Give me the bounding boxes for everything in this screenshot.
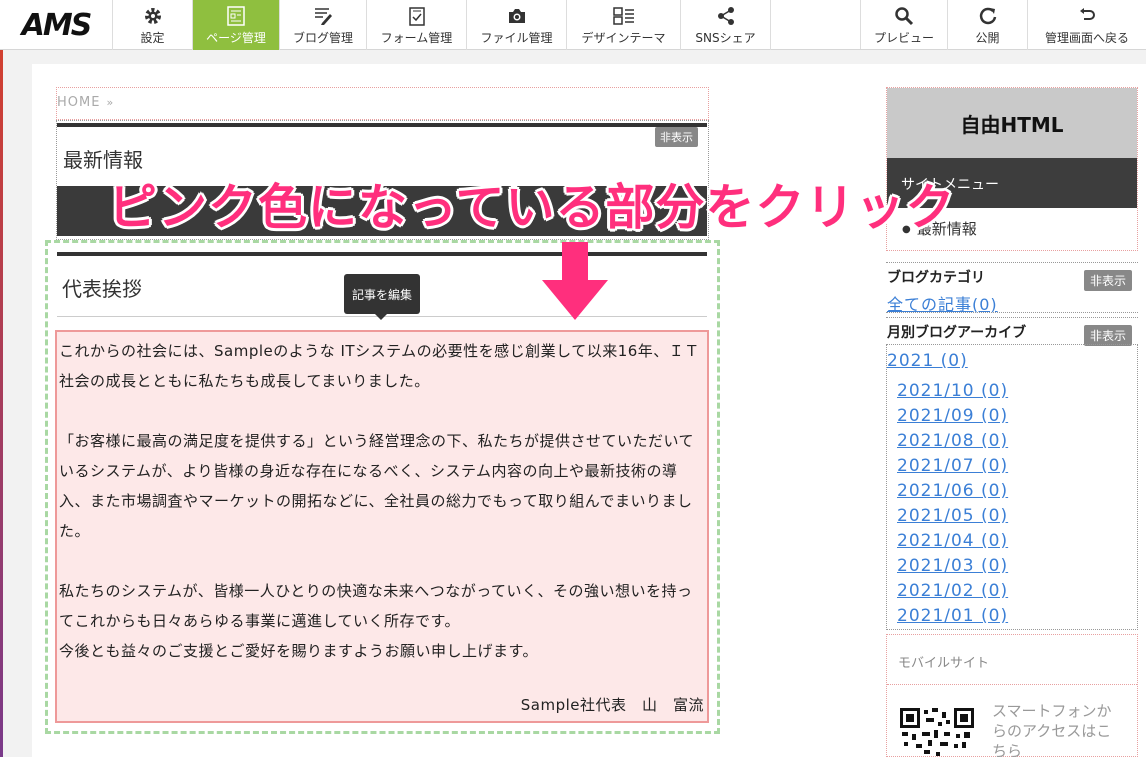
archive-month-link[interactable]: 2021/08 (0)	[897, 431, 1008, 451]
archive-hide-button[interactable]: 非表示	[1084, 325, 1133, 346]
left-accent-strip	[0, 0, 3, 757]
breadcrumb-separator: »	[106, 96, 115, 109]
sns-share-label: SNSシェア	[695, 30, 756, 45]
archive-month-link[interactable]: 2021/05 (0)	[897, 506, 1008, 526]
design-theme-button[interactable]: デザインテーマ	[567, 0, 681, 50]
refresh-icon	[978, 5, 998, 27]
search-icon	[894, 5, 914, 27]
page-manage-button[interactable]: ページ管理	[193, 0, 280, 50]
publish-label: 公開	[975, 30, 1000, 45]
return-admin-button[interactable]: 管理画面へ戻る	[1028, 0, 1146, 50]
down-arrow-icon	[540, 242, 610, 320]
news-hide-button[interactable]: 非表示	[655, 127, 698, 147]
publish-button[interactable]: 公開	[948, 0, 1028, 50]
mobile-access-note: スマートフォンからのアクセスはこちら	[992, 702, 1112, 757]
mobile-divider	[887, 684, 1137, 685]
article-paragraph-4: 今後とも益々のご支援とご愛好を賜りますようお願い申し上げます。	[59, 642, 539, 660]
archive-month-link[interactable]: 2021/01 (0)	[897, 606, 1008, 626]
settings-button[interactable]: 設定	[113, 0, 193, 50]
blog-category-title: ブログカテゴリ	[887, 270, 985, 286]
free-html-heading: 自由HTML	[887, 88, 1137, 158]
return-admin-label: 管理画面へ戻る	[1044, 30, 1129, 45]
blog-icon	[313, 5, 333, 27]
archive-month-link[interactable]: 2021/03 (0)	[897, 556, 1008, 576]
settings-label: 設定	[140, 30, 165, 45]
blog-manage-button[interactable]: ブログ管理	[280, 0, 367, 50]
archive-month-link[interactable]: 2021/07 (0)	[897, 456, 1008, 476]
archive-month-link[interactable]: 2021/04 (0)	[897, 531, 1008, 551]
blog-category-hide-button[interactable]: 非表示	[1084, 270, 1133, 291]
page-manage-label: ページ管理	[206, 30, 266, 45]
design-theme-label: デザインテーマ	[581, 30, 666, 45]
news-top-bar	[57, 123, 707, 127]
archive-year-link[interactable]: 2021 (0)	[887, 351, 968, 371]
archive-month-link[interactable]: 2021/02 (0)	[897, 581, 1008, 601]
sns-share-button[interactable]: SNSシェア	[681, 0, 771, 50]
share-icon	[716, 5, 736, 27]
return-icon	[1078, 5, 1096, 27]
blog-category-bottom-border	[886, 312, 1138, 313]
breadcrumb-area[interactable]: HOME »	[56, 87, 709, 120]
archive-title: 月別ブログアーカイブ	[887, 325, 1027, 341]
article-signature: Sample社代表 山 富流	[520, 696, 704, 714]
blog-manage-label: ブログ管理	[292, 30, 353, 45]
form-manage-label: フォーム管理	[380, 30, 453, 45]
archive-month-link[interactable]: 2021/09 (0)	[897, 406, 1008, 426]
admin-toolbar: AMS 設定 ページ管理 ブログ管理 フォーム管理 ファイル管理 デザインテーマ…	[0, 0, 1146, 50]
article-paragraph-2: 「お客様に最高の満足度を提供する」という経営理念の下、私たちが提供させていただい…	[59, 432, 695, 540]
editable-article-body[interactable]: これからの社会には、Sampleのような ITシステムの必要性を感じ創業して以来…	[55, 330, 709, 723]
breadcrumb: HOME »	[57, 95, 114, 110]
breadcrumb-home[interactable]: HOME	[57, 95, 100, 110]
file-manage-label: ファイル管理	[480, 30, 553, 45]
form-icon	[407, 5, 427, 27]
file-manage-button[interactable]: ファイル管理	[467, 0, 567, 50]
archive-top-border	[886, 317, 1138, 318]
toolbar-spacer	[771, 0, 861, 49]
mobile-site-title: モバイルサイト	[898, 656, 990, 671]
camera-icon	[507, 5, 527, 27]
gear-icon	[143, 5, 163, 27]
qr-code-icon[interactable]	[900, 708, 974, 757]
archive-month-link[interactable]: 2021/06 (0)	[897, 481, 1008, 501]
article-paragraph-1: これからの社会には、Sampleのような ITシステムの必要性を感じ創業して以来…	[59, 342, 700, 390]
ams-logo[interactable]: AMS	[0, 0, 113, 50]
archive-month-link[interactable]: 2021/10 (0)	[897, 381, 1008, 401]
article-paragraph-3: 私たちのシステムが、皆様一人ひとりの快適な未来へつながっていく、その強い想いを持…	[59, 582, 693, 630]
form-manage-button[interactable]: フォーム管理	[367, 0, 467, 50]
blog-category-border	[886, 262, 1138, 263]
edit-article-tooltip[interactable]: 記事を編集	[344, 274, 420, 320]
preview-button[interactable]: プレビュー	[861, 0, 948, 50]
page-icon	[226, 5, 246, 27]
preview-label: プレビュー	[873, 30, 934, 45]
greeting-title: 代表挨拶	[62, 277, 142, 301]
instruction-annotation: ピンク色になっている部分をクリック	[108, 179, 956, 236]
article-text: これからの社会には、Sampleのような ITシステムの必要性を感じ創業して以来…	[59, 336, 707, 666]
theme-icon	[612, 5, 635, 27]
